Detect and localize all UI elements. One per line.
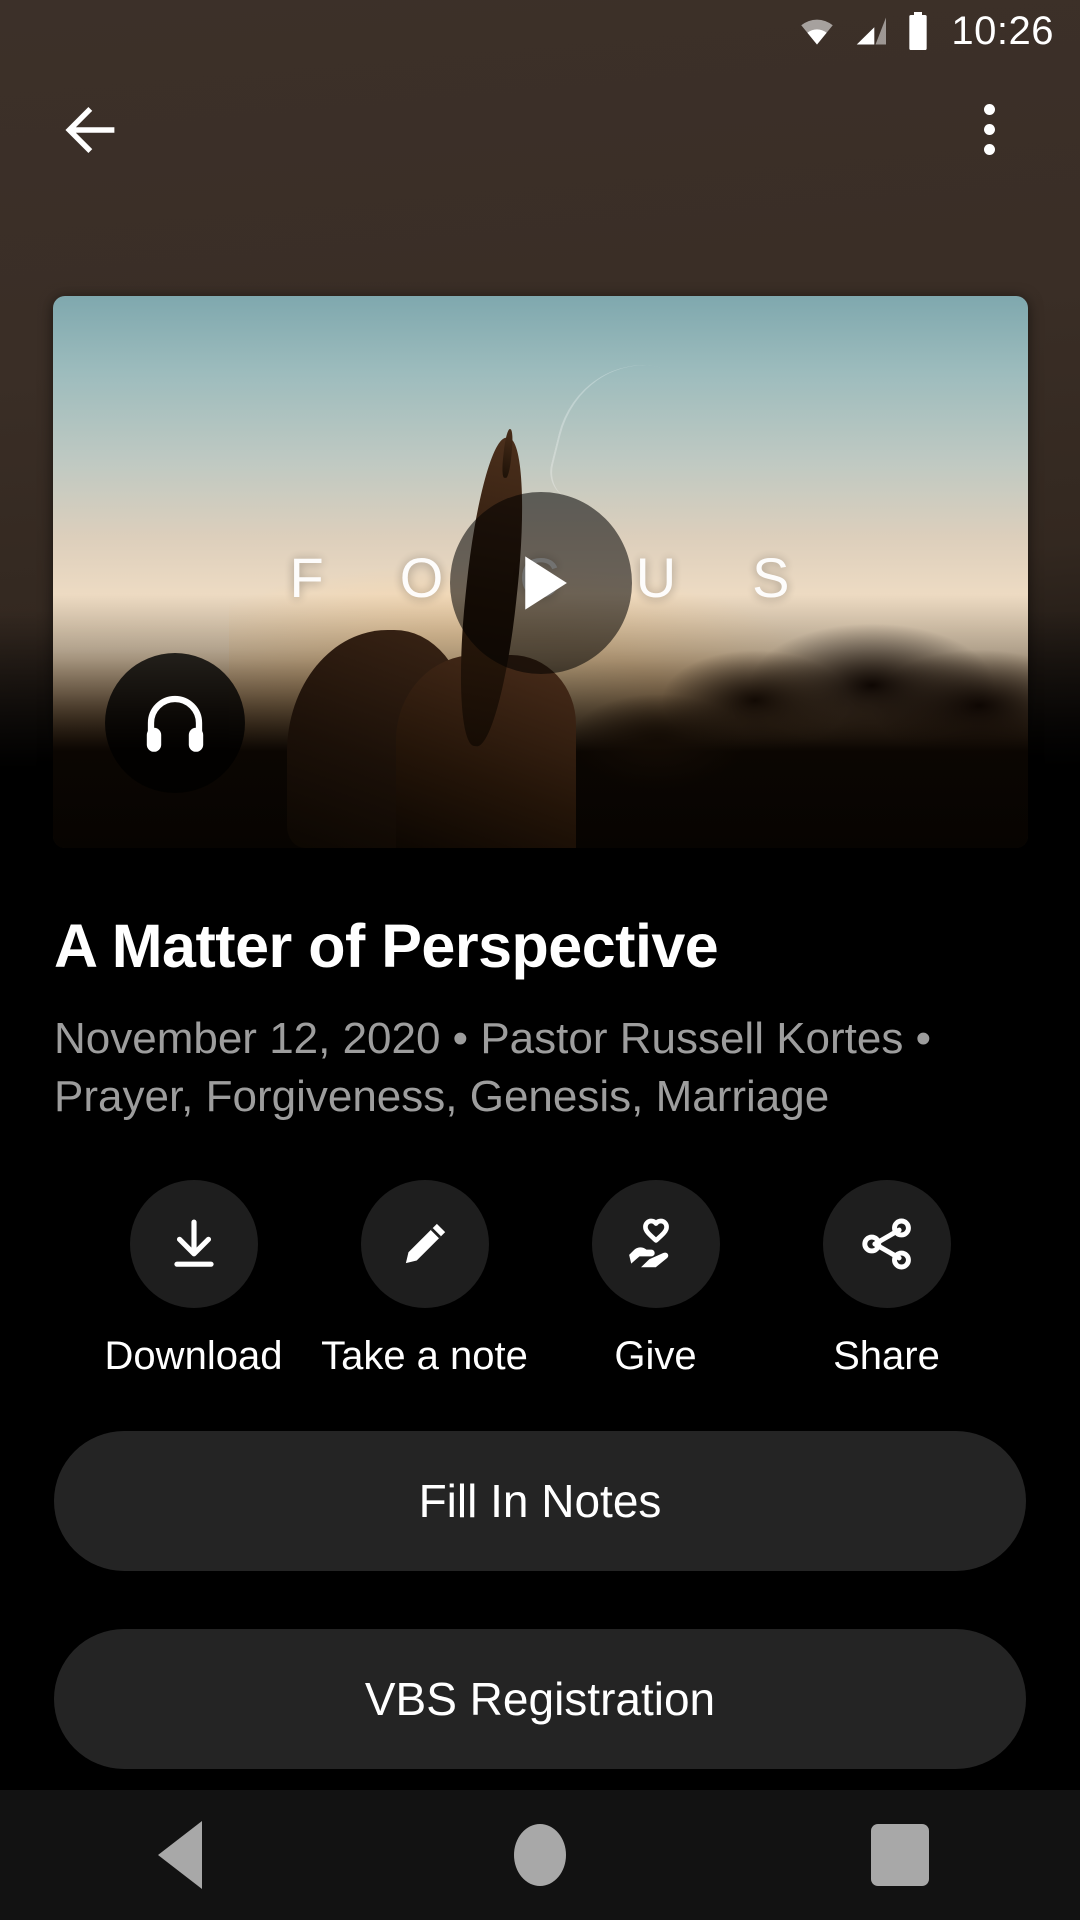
page-title: A Matter of Perspective — [54, 912, 719, 980]
headphones-icon — [146, 695, 204, 752]
link-buttons: Fill In Notes VBS Registration — [54, 1431, 1026, 1770]
action-share-circle — [822, 1180, 951, 1309]
action-take-a-note[interactable]: Take a note — [309, 1180, 540, 1379]
quick-actions-row: Download Take a note Give Share — [54, 1180, 1026, 1379]
nav-home-icon — [514, 1824, 566, 1886]
action-download-label: Download — [104, 1334, 283, 1379]
more-vertical-icon — [983, 104, 995, 155]
overflow-menu-button[interactable] — [946, 87, 1032, 173]
hero-letter: O — [399, 545, 446, 609]
wifi-icon — [801, 19, 834, 45]
hand-heart-icon — [628, 1219, 669, 1268]
nav-back-icon — [158, 1821, 202, 1889]
app-screen: 10:26 F O C U S — [0, 0, 1080, 1920]
play-icon — [524, 556, 567, 610]
download-icon — [173, 1219, 214, 1268]
action-note-label: Take a note — [321, 1334, 528, 1379]
play-button[interactable] — [449, 492, 632, 675]
sermon-meta: November 12, 2020 • Pastor Russell Korte… — [54, 1014, 931, 1122]
hero-letter: F — [289, 545, 326, 609]
nav-home-button[interactable] — [465, 1790, 615, 1920]
action-download[interactable]: Download — [78, 1180, 309, 1379]
nav-recents-icon — [871, 1824, 929, 1886]
action-note-circle — [360, 1180, 489, 1309]
action-share-label: Share — [833, 1334, 940, 1379]
back-button[interactable] — [48, 87, 134, 173]
nav-recents-button[interactable] — [825, 1790, 975, 1920]
cellular-signal-icon — [857, 17, 887, 45]
fill-in-notes-button[interactable]: Fill In Notes — [54, 1431, 1026, 1572]
video-thumbnail[interactable]: F O C U S — [53, 296, 1028, 848]
action-give[interactable]: Give — [540, 1180, 771, 1379]
action-share[interactable]: Share — [771, 1180, 1002, 1379]
status-bar-clock: 10:26 — [951, 9, 1054, 53]
nav-back-button[interactable] — [105, 1790, 255, 1920]
hero-letter: S — [752, 545, 792, 609]
back-arrow-icon — [65, 106, 115, 153]
share-icon — [861, 1219, 911, 1270]
vbs-registration-button[interactable]: VBS Registration — [54, 1629, 1026, 1770]
hero-letter: U — [635, 545, 679, 609]
action-download-circle — [129, 1180, 258, 1309]
action-give-circle — [591, 1180, 720, 1309]
action-give-label: Give — [614, 1334, 697, 1379]
battery-icon — [909, 12, 928, 50]
app-bar — [0, 62, 1080, 197]
status-bar: 10:26 — [0, 0, 1080, 62]
pencil-icon — [405, 1224, 445, 1264]
sermon-details: A Matter of Perspective November 12, 202… — [0, 852, 1080, 1770]
audio-only-button[interactable] — [105, 653, 245, 793]
android-nav-bar — [0, 1790, 1080, 1920]
